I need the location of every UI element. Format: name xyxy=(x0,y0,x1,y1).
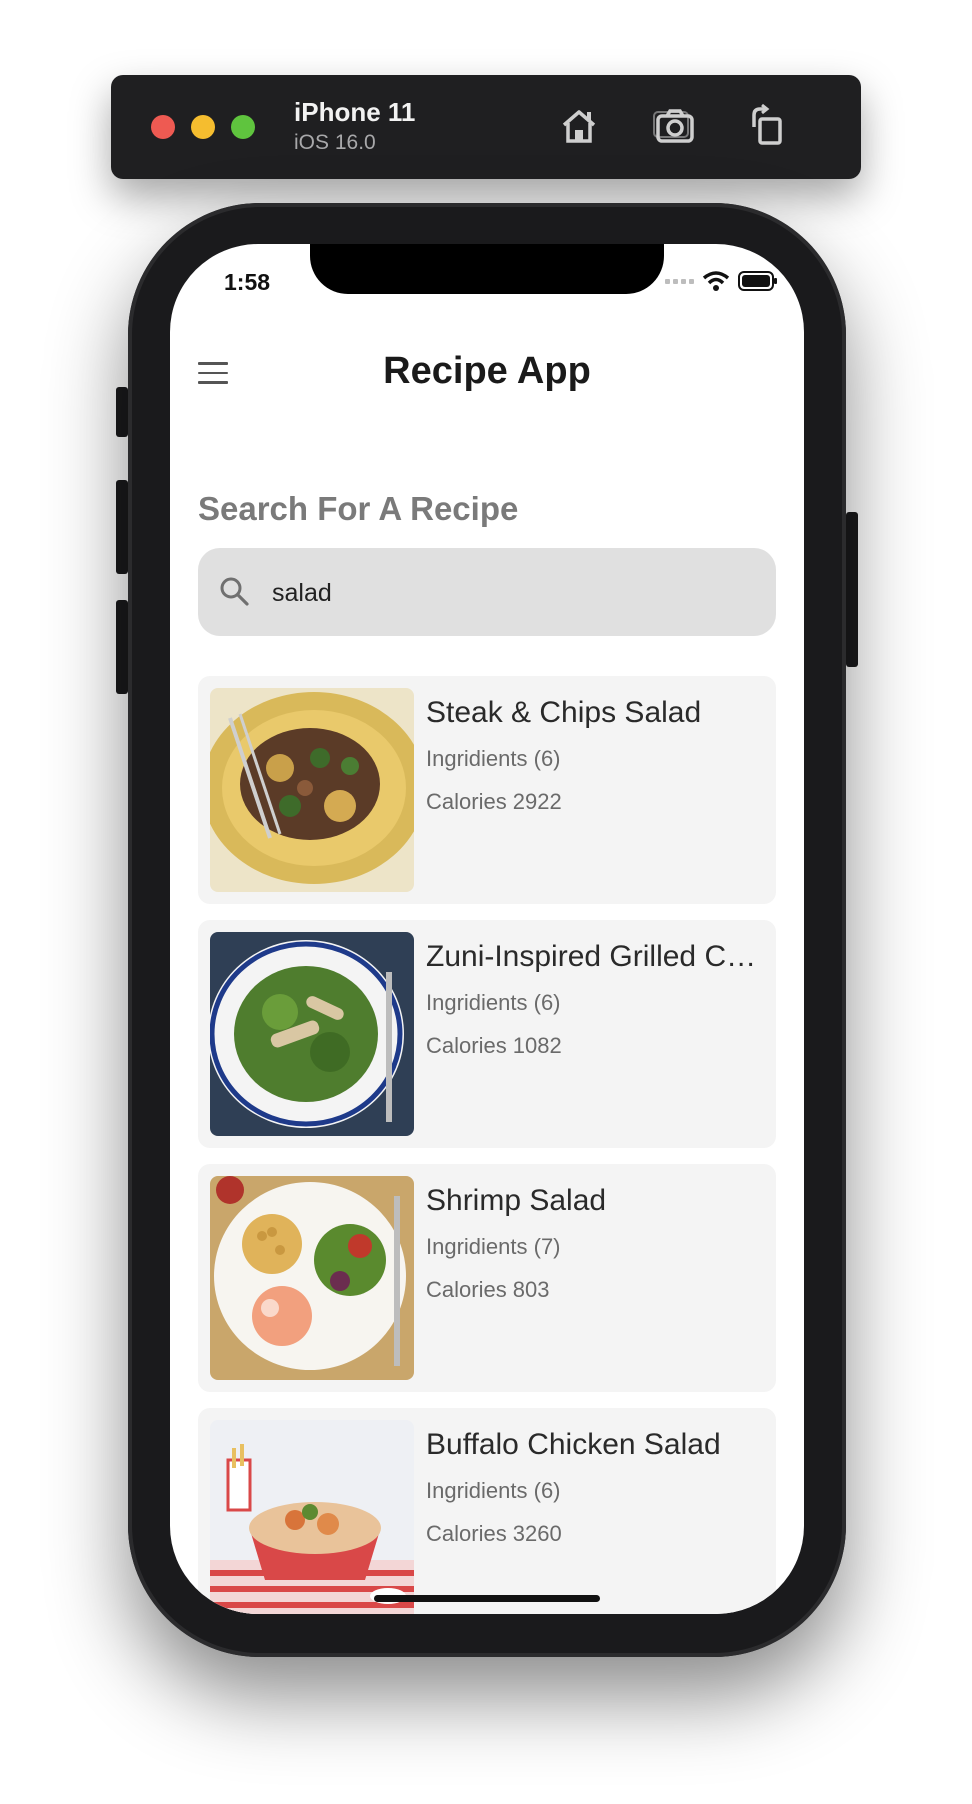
recipe-ingredients: Ingridients (6) xyxy=(426,746,561,771)
recipe-card[interactable]: Buffalo Chicken Salad Ingridients (6) Ca… xyxy=(198,1408,776,1614)
recipe-ingredients: Ingridients (6) xyxy=(426,990,561,1015)
recipe-title: Shrimp Salad xyxy=(426,1184,607,1217)
home-icon[interactable] xyxy=(556,103,602,149)
status-time: 1:58 xyxy=(224,269,271,295)
recipe-card[interactable]: Steak & Chips Salad Ingridients (6) Calo… xyxy=(198,676,776,904)
recipe-card[interactable]: Zuni-Inspired Grilled Chicken Salad Ingr… xyxy=(198,920,776,1148)
search-box[interactable] xyxy=(198,548,776,636)
recipe-calories: Calories 2922 xyxy=(426,789,562,814)
signal-icon xyxy=(665,278,694,284)
app-header: Recipe App xyxy=(170,340,804,410)
os-version: iOS 16.0 xyxy=(294,131,376,154)
recipe-image xyxy=(210,932,414,1136)
close-window-button[interactable] xyxy=(151,115,175,139)
zoom-window-button[interactable] xyxy=(231,115,255,139)
home-indicator[interactable] xyxy=(374,1595,600,1602)
phone-screen: 1:58 Recipe App Search For A Recipe sala… xyxy=(170,244,804,1614)
search-heading: Search For A Recipe xyxy=(198,490,519,527)
status-icons xyxy=(665,270,778,292)
search-input[interactable] xyxy=(270,568,754,618)
device-name: iPhone 11 xyxy=(294,97,416,127)
power-button xyxy=(846,512,858,667)
rotate-icon[interactable] xyxy=(744,103,790,149)
screenshot-icon[interactable] xyxy=(652,103,698,149)
recipe-image xyxy=(210,688,414,892)
volume-up-button xyxy=(116,480,128,574)
recipe-title: Buffalo Chicken Salad xyxy=(426,1428,721,1461)
recipe-title: Steak & Chips Salad xyxy=(426,696,702,729)
page-title: Recipe App xyxy=(383,350,591,392)
recipe-calories: Calories 803 xyxy=(426,1277,550,1302)
recipe-ingredients: Ingridients (6) xyxy=(426,1478,561,1503)
recipe-calories: Calories 1082 xyxy=(426,1033,562,1058)
recipe-ingredients: Ingridients (7) xyxy=(426,1234,561,1259)
recipe-calories: Calories 3260 xyxy=(426,1521,562,1546)
recipe-title: Zuni-Inspired Grilled Chicken Salad xyxy=(426,940,762,973)
wifi-icon xyxy=(702,271,730,291)
battery-icon xyxy=(738,271,777,291)
search-icon xyxy=(220,577,249,606)
recipe-image xyxy=(210,1176,414,1380)
recipe-card[interactable]: Shrimp Salad Ingridients (7) Calories 80… xyxy=(198,1164,776,1392)
volume-down-button xyxy=(116,600,128,694)
recipe-image xyxy=(210,1420,414,1614)
recipe-list: Steak & Chips Salad Ingridients (6) Calo… xyxy=(198,676,776,1614)
simulator-toolbar: iPhone 11 iOS 16.0 xyxy=(111,75,861,179)
mute-switch xyxy=(116,387,128,437)
minimize-window-button[interactable] xyxy=(191,115,215,139)
notch xyxy=(310,244,664,294)
